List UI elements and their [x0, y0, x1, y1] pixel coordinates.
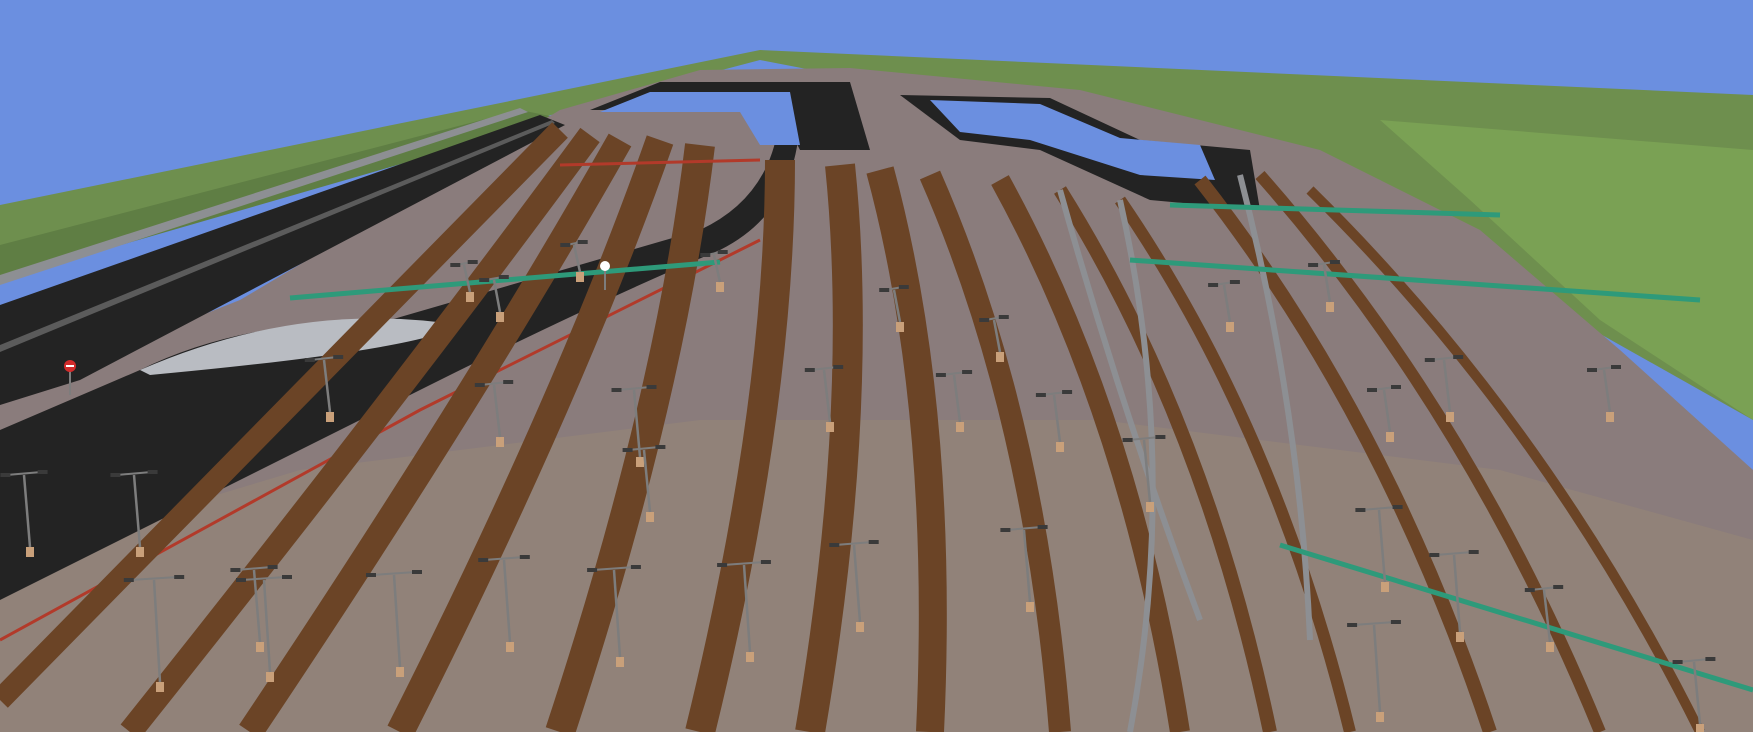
3d-viewport[interactable]: [0, 0, 1753, 732]
railway-yard-scene[interactable]: [0, 0, 1753, 732]
